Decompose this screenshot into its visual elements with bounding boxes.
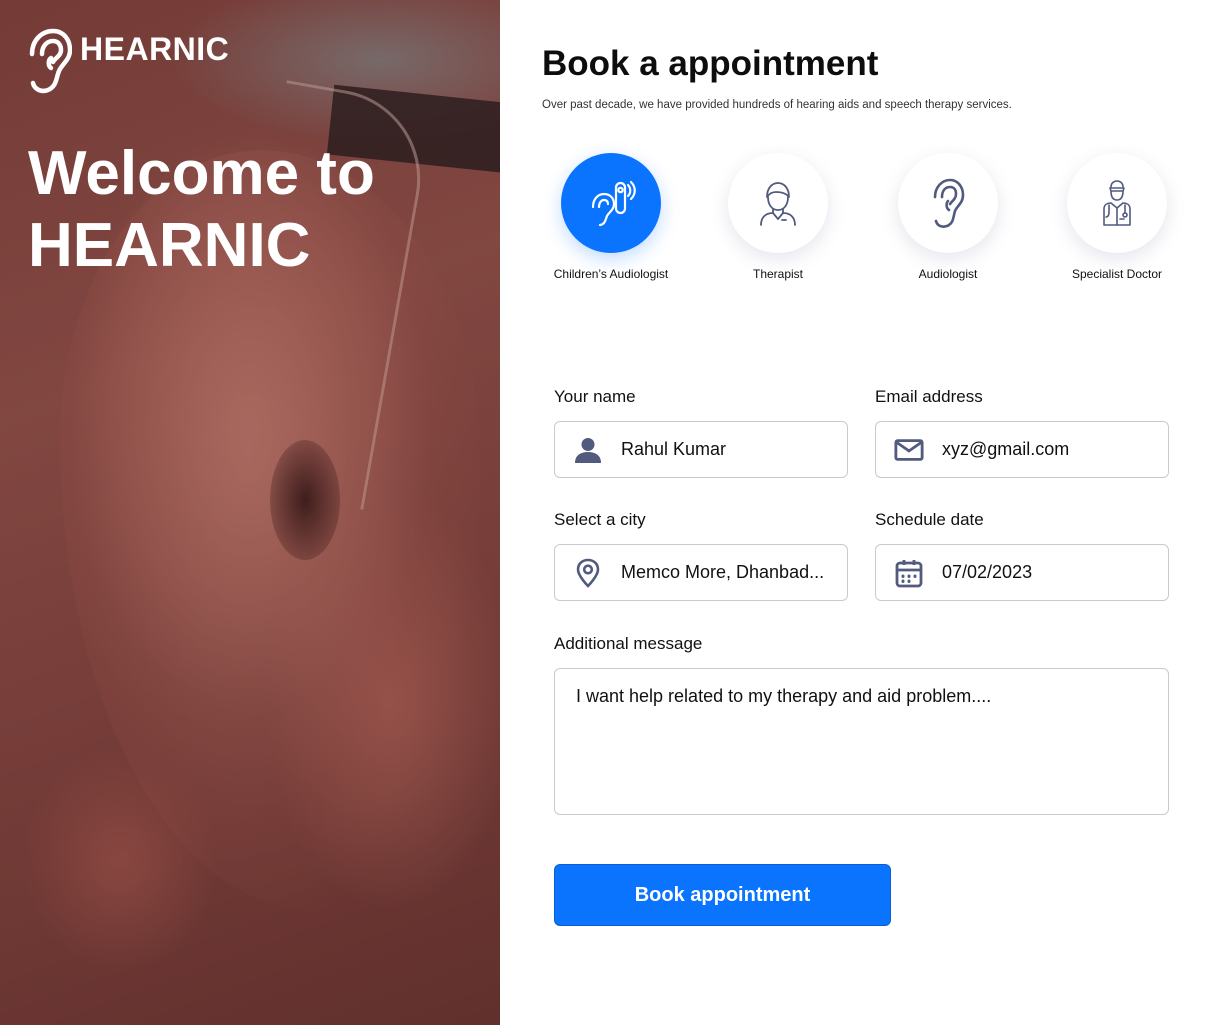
category-label: Specialist Doctor bbox=[1071, 267, 1163, 281]
category-childrens-audiologist[interactable]: Children’s Audiologist bbox=[536, 153, 686, 281]
category-circle bbox=[561, 153, 661, 253]
city-select[interactable]: Memco More, Dhanbad... bbox=[554, 544, 848, 601]
ear-icon bbox=[933, 178, 965, 228]
brand-name: HEARNIC bbox=[80, 30, 230, 67]
brand-logo[interactable]: HEARNIC bbox=[26, 28, 229, 94]
category-circle bbox=[728, 153, 828, 253]
name-label: Your name bbox=[554, 387, 636, 406]
category-label: Audiologist bbox=[918, 267, 978, 281]
ear-icon bbox=[29, 28, 72, 94]
email-value: xyz@gmail.com bbox=[942, 439, 1070, 459]
message-label: Additional message bbox=[554, 634, 703, 653]
date-picker[interactable]: 07/02/2023 bbox=[875, 544, 1169, 601]
location-pin-icon bbox=[555, 545, 613, 600]
email-field[interactable]: xyz@gmail.com bbox=[875, 421, 1169, 478]
mail-icon bbox=[876, 422, 934, 477]
category-circle bbox=[898, 153, 998, 253]
category-label: Children’s Audiologist bbox=[553, 267, 669, 281]
service-category-list: Children’s Audiologist Therapist Audiolo… bbox=[540, 153, 1190, 293]
category-specialist-doctor[interactable]: Specialist Doctor bbox=[1042, 153, 1192, 281]
name-value: Rahul Kumar bbox=[621, 439, 727, 459]
page-subtitle: Over past decade, we have provided hundr… bbox=[542, 99, 1012, 111]
name-field[interactable]: Rahul Kumar bbox=[554, 421, 848, 478]
date-label: Schedule date bbox=[875, 510, 984, 529]
city-value: Memco More, Dhanbad... bbox=[621, 562, 825, 582]
hero-title-line-1: Welcome to bbox=[28, 139, 375, 208]
book-appointment-button[interactable]: Book appointment bbox=[554, 864, 891, 926]
doctor-icon bbox=[1103, 180, 1131, 226]
category-audiologist[interactable]: Audiologist bbox=[873, 153, 1023, 281]
city-label: Select a city bbox=[554, 510, 646, 529]
hearing-aid-icon bbox=[591, 180, 636, 227]
hero-panel: HEARNIC Welcome to HEARNIC bbox=[0, 0, 500, 1025]
category-label: Therapist bbox=[752, 267, 804, 281]
date-value: 07/02/2023 bbox=[942, 562, 1033, 582]
hero-title-line-2: HEARNIC bbox=[28, 211, 311, 280]
booking-panel: Book a appointment Over past decade, we … bbox=[500, 0, 1213, 1025]
hero-title: Welcome to HEARNIC bbox=[28, 138, 375, 282]
calendar-icon bbox=[876, 545, 934, 600]
therapist-icon bbox=[760, 182, 796, 226]
person-icon bbox=[555, 422, 613, 477]
message-textarea[interactable]: I want help related to my therapy and ai… bbox=[554, 668, 1169, 815]
category-therapist[interactable]: Therapist bbox=[703, 153, 853, 281]
page-title: Book a appointment bbox=[542, 44, 879, 83]
category-circle bbox=[1067, 153, 1167, 253]
email-label: Email address bbox=[875, 387, 983, 406]
